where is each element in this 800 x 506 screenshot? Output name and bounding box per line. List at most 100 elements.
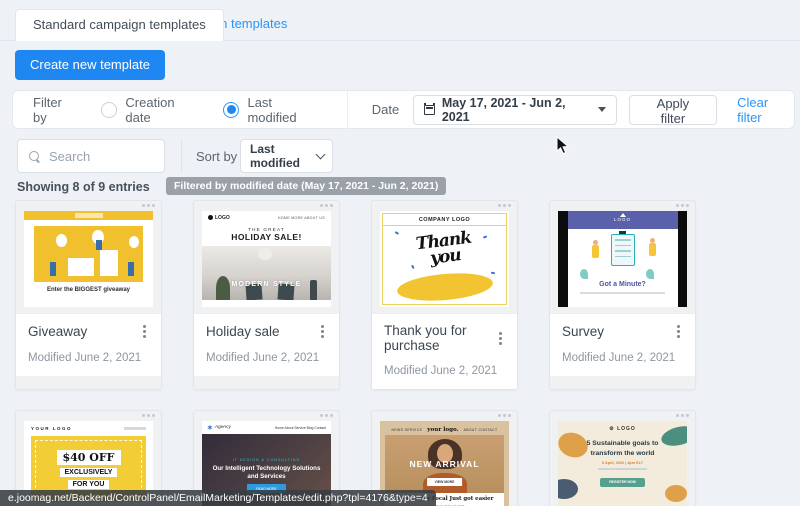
window-dots-icon bbox=[676, 204, 689, 207]
radio-creation-date[interactable]: Creation date bbox=[101, 95, 199, 125]
card-info: Holiday sale Modified June 2, 2021 bbox=[194, 313, 339, 376]
thumb-script-text: Thank you bbox=[383, 227, 506, 273]
brush-stroke bbox=[396, 270, 494, 304]
template-thumbnail[interactable]: COMPANY LOGO Thank you bbox=[372, 201, 517, 313]
interior-photo: MODERN STYLE bbox=[202, 246, 331, 300]
apply-filter-button[interactable]: Apply filter bbox=[629, 95, 717, 125]
thumb-nav: Home About Service Blog Contact bbox=[275, 426, 326, 430]
status-bar-url: e.joomag.net/Backend/ControlPanel/EmailM… bbox=[0, 490, 436, 506]
radio-last-modified-circle[interactable] bbox=[223, 102, 239, 118]
card-info: Giveaway Modified June 2, 2021 bbox=[16, 313, 161, 376]
thumb-logo: ⚙ LOGO bbox=[558, 426, 687, 432]
toolbar-divider bbox=[181, 140, 182, 172]
thumb-nav-right: ABOUT CONTACT bbox=[464, 428, 498, 432]
offer-text: $40 OFF bbox=[57, 450, 121, 465]
card-title: Giveaway bbox=[28, 324, 87, 339]
card-title: Thank you for purchase bbox=[384, 323, 496, 353]
card-info: Thank you for purchase Modified June 2, … bbox=[372, 313, 517, 389]
templates-page: Standard campaign templates System templ… bbox=[0, 0, 800, 506]
thumb-headline: Our Intelligent Technology Solutions and… bbox=[212, 465, 320, 482]
template-thumbnail[interactable]: ⚙ LOGO 5 Sustainable goals to transform … bbox=[550, 411, 695, 506]
filter-badge: Filtered by modified date (May 17, 2021 … bbox=[166, 177, 446, 195]
filter-by-label: Filter by bbox=[33, 95, 77, 125]
clear-filter-link[interactable]: Clear filter bbox=[737, 95, 794, 125]
template-card-thank-you[interactable]: COMPANY LOGO Thank you bbox=[371, 200, 518, 390]
thumb-headline: 5 Sustainable goals to transform the wor… bbox=[571, 439, 674, 458]
thumb-headline: HOLIDAY SALE! bbox=[202, 232, 331, 242]
search-box bbox=[17, 139, 165, 173]
radio-creation-date-circle[interactable] bbox=[101, 102, 117, 118]
template-card-holiday-sale[interactable]: LOGO HOME MORE ABOUT US THE GREAT HOLIDA… bbox=[193, 200, 340, 390]
caret-down-icon bbox=[598, 107, 606, 112]
sort-dropdown[interactable]: Last modified bbox=[240, 139, 333, 173]
window-dots-icon bbox=[320, 204, 333, 207]
thumb-nav-left: NEWS SERVICE bbox=[392, 428, 423, 432]
showing-entries-text: Showing 8 of 9 entries bbox=[17, 180, 150, 194]
thumb-logo bbox=[75, 213, 103, 218]
kebab-menu-icon[interactable] bbox=[496, 330, 505, 347]
tab-standard-label: Standard campaign templates bbox=[33, 17, 206, 32]
window-dots-icon bbox=[142, 204, 155, 207]
radio-creation-date-label: Creation date bbox=[125, 95, 199, 125]
kebab-menu-icon[interactable] bbox=[140, 323, 149, 340]
window-dots-icon bbox=[676, 414, 689, 417]
thumb-logo: ✶Agency bbox=[207, 424, 231, 432]
card-title: Holiday sale bbox=[206, 324, 280, 339]
search-input[interactable] bbox=[49, 149, 149, 164]
template-thumbnail[interactable]: LOGO HOME MORE ABOUT US THE GREAT HOLIDA… bbox=[194, 201, 339, 313]
thumb-date: 5 April, 2020 | 4pm ELT bbox=[558, 461, 687, 465]
thumb-logo: YOUR LOGO bbox=[31, 426, 72, 431]
thumb-placeholder-text bbox=[598, 468, 647, 470]
offer-line2: EXCLUSIVELY bbox=[60, 468, 118, 477]
template-thumbnail[interactable]: LOGO Got a Minute? bbox=[550, 201, 695, 313]
window-dots-icon bbox=[498, 204, 511, 207]
window-dots-icon bbox=[142, 414, 155, 417]
model-photo: NEW ARRIVAL VIEW MORE bbox=[385, 435, 504, 493]
template-thumbnail[interactable]: Enter the BIGGEST giveaway bbox=[16, 201, 161, 313]
card-modified-date: Modified June 2, 2021 bbox=[28, 352, 149, 364]
search-icon bbox=[29, 151, 40, 162]
tab-standard-campaign-templates[interactable]: Standard campaign templates bbox=[15, 9, 224, 41]
create-new-template-button[interactable]: Create new template bbox=[15, 50, 165, 80]
radio-last-modified-label: Last modified bbox=[247, 95, 320, 125]
thumb-logo: LOGO bbox=[208, 215, 230, 221]
window-dots-icon bbox=[498, 414, 511, 417]
thumb-cta-button: REGISTER NOW bbox=[600, 478, 645, 487]
kebab-menu-icon[interactable] bbox=[674, 323, 683, 340]
thumb-caption: Enter the BIGGEST giveaway bbox=[24, 287, 153, 293]
thumb-headline: Got a Minute? bbox=[568, 281, 678, 288]
template-card-giveaway[interactable]: Enter the BIGGEST giveaway Giveaway Modi… bbox=[15, 200, 162, 390]
chevron-down-icon bbox=[316, 149, 326, 159]
card-title: Survey bbox=[562, 324, 604, 339]
date-range-value: May 17, 2021 - Jun 2, 2021 bbox=[442, 96, 590, 124]
thumb-kicker: IT DESIGN & CONSULTING bbox=[233, 458, 301, 462]
filter-divider bbox=[347, 91, 348, 129]
template-card-sustainable[interactable]: ⚙ LOGO 5 Sustainable goals to transform … bbox=[549, 410, 696, 506]
window-dots-icon bbox=[320, 414, 333, 417]
kebab-menu-icon[interactable] bbox=[318, 323, 327, 340]
thumb-headline: NEW ARRIVAL bbox=[385, 459, 504, 469]
calendar-icon bbox=[424, 105, 435, 115]
template-card-survey[interactable]: LOGO Got a Minute? bbox=[549, 200, 696, 390]
thumb-nav: HOME MORE ABOUT US bbox=[278, 216, 325, 220]
giveaway-illustration bbox=[34, 226, 143, 282]
thumb-cta-button: VIEW MORE bbox=[427, 478, 463, 486]
card-modified-date: Modified June 2, 2021 bbox=[562, 352, 683, 364]
thumb-overlay-text: MODERN STYLE bbox=[202, 281, 331, 288]
card-info: Survey Modified June 2, 2021 bbox=[550, 313, 695, 376]
thumb-link-placeholder bbox=[124, 427, 146, 430]
sort-value: Last modified bbox=[250, 142, 317, 170]
radio-last-modified[interactable]: Last modified bbox=[223, 95, 320, 125]
sort-by-label: Sort by bbox=[196, 149, 237, 164]
thumb-logo: COMPANY LOGO bbox=[383, 214, 506, 226]
thumb-logo: LOGO bbox=[568, 211, 678, 229]
date-range-picker[interactable]: May 17, 2021 - Jun 2, 2021 bbox=[413, 95, 617, 125]
date-label: Date bbox=[372, 102, 399, 117]
thumb-logo: your logo. bbox=[427, 427, 458, 433]
survey-illustration bbox=[568, 229, 678, 281]
mouse-cursor bbox=[556, 136, 569, 155]
card-modified-date: Modified June 2, 2021 bbox=[206, 352, 327, 364]
template-grid: Enter the BIGGEST giveaway Giveaway Modi… bbox=[15, 200, 696, 506]
thumb-placeholder-text bbox=[580, 292, 666, 294]
card-modified-date: Modified June 2, 2021 bbox=[384, 365, 505, 377]
